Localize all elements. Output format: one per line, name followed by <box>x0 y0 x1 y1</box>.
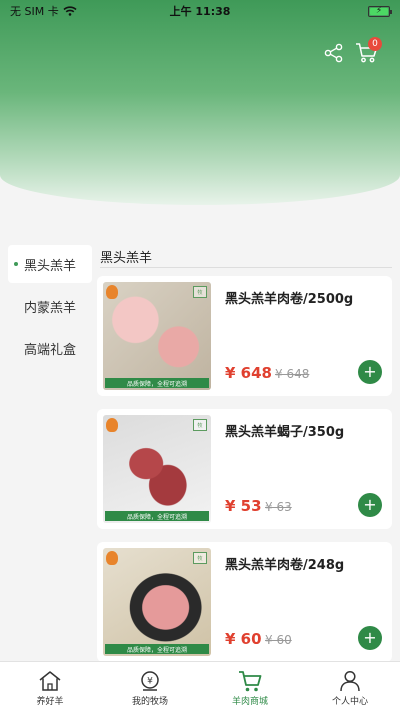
flame-icon <box>106 418 118 432</box>
tab-label: 个人中心 <box>331 697 368 707</box>
brand-logo-icon: 牧 <box>193 552 207 564</box>
tab-label: 我的牧场 <box>131 697 168 707</box>
status-bar: 无 SIM 卡 上午 11:38 ⚡ <box>0 0 400 22</box>
product-image: 牧 品质保障，全程可追溯 <box>103 415 211 523</box>
product-title: 黑头羔羊肉卷/2500g <box>225 292 354 307</box>
home-icon <box>39 671 61 691</box>
brand-logo-icon: 牧 <box>193 286 207 298</box>
tab-label: 养好羊 <box>36 697 64 707</box>
product-card[interactable]: 牧 品质保障，全程可追溯 黑头羔羊肉卷/248g ¥ 60 ¥ 60 + <box>97 542 392 662</box>
cart-icon <box>239 671 262 692</box>
brand-logo-icon: 牧 <box>193 419 207 431</box>
product-image: 牧 品质保障，全程可追溯 <box>103 548 211 656</box>
person-icon <box>340 670 360 692</box>
share-icon[interactable] <box>323 42 345 64</box>
tab-label: 羊肉商城 <box>231 697 268 707</box>
add-to-cart-button[interactable]: + <box>358 626 382 650</box>
tab-ranch[interactable]: ¥ 我的牧场 <box>100 662 200 711</box>
tab-mall[interactable]: 羊肉商城 <box>200 662 300 711</box>
product-price: ¥ 60 <box>225 630 262 648</box>
category-sidebar: 黑头羔羊 内蒙羔羊 高端礼盒 <box>8 245 92 371</box>
section-title: 黑头羔羊 <box>100 244 392 268</box>
active-dot <box>14 262 18 266</box>
add-to-cart-button[interactable]: + <box>358 493 382 517</box>
tab-profile[interactable]: 个人中心 <box>300 662 400 711</box>
status-time: 上午 11:38 <box>169 5 231 18</box>
product-title: 黑头羔羊蝎子/350g <box>225 425 345 440</box>
sidebar-item-heitou[interactable]: 黑头羔羊 <box>8 245 92 283</box>
wifi-icon <box>63 6 77 16</box>
sidebar-item-gift-box[interactable]: 高端礼盒 <box>8 329 92 367</box>
flame-icon <box>106 551 118 565</box>
product-card[interactable]: 牧 品质保障，全程可追溯 黑头羔羊肉卷/2500g ¥ 648 ¥ 648 + <box>97 276 392 396</box>
carrier-label: 无 SIM 卡 <box>10 5 59 18</box>
svg-text:¥: ¥ <box>147 677 153 687</box>
add-to-cart-button[interactable]: + <box>358 360 382 384</box>
product-title: 黑头羔羊肉卷/248g <box>225 558 345 573</box>
battery-icon: ⚡ <box>368 5 392 17</box>
product-card[interactable]: 牧 品质保障，全程可追溯 黑头羔羊蝎子/350g ¥ 53 ¥ 63 + <box>97 409 392 529</box>
sidebar-item-neimeng[interactable]: 内蒙羔羊 <box>8 287 92 325</box>
flame-icon <box>106 285 118 299</box>
image-banner: 品质保障，全程可追溯 <box>105 644 209 654</box>
product-old-price: ¥ 60 <box>265 633 292 647</box>
sidebar-item-label: 内蒙羔羊 <box>24 300 77 316</box>
status-left: 无 SIM 卡 <box>10 3 77 19</box>
image-banner: 品质保障，全程可追溯 <box>105 378 209 388</box>
sidebar-item-label: 黑头羔羊 <box>24 258 77 274</box>
product-price: ¥ 53 <box>225 497 262 515</box>
product-old-price: ¥ 648 <box>275 367 310 381</box>
header-background <box>0 0 400 205</box>
product-price: ¥ 648 <box>225 364 272 382</box>
product-image: 牧 品质保障，全程可追溯 <box>103 282 211 390</box>
cart-badge: 0 <box>368 37 382 51</box>
product-old-price: ¥ 63 <box>265 500 292 514</box>
tab-home[interactable]: 养好羊 <box>0 662 100 711</box>
bottom-tab-bar: 养好羊 ¥ 我的牧场 羊肉商城 个人中心 <box>0 661 400 711</box>
image-banner: 品质保障，全程可追溯 <box>105 511 209 521</box>
sidebar-item-label: 高端礼盒 <box>24 342 77 358</box>
ranch-icon: ¥ <box>141 671 159 691</box>
